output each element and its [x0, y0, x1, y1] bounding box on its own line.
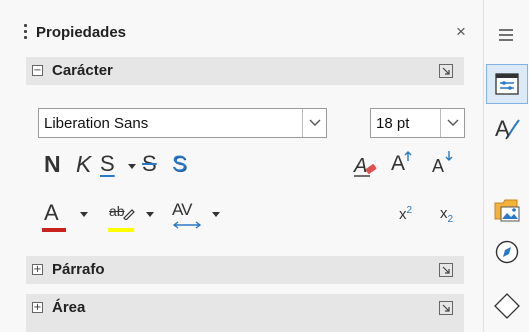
spacing-arrows-icon [172, 221, 202, 229]
collapse-icon[interactable]: − [32, 65, 43, 76]
highlight-dropdown-icon[interactable] [146, 212, 154, 217]
panel-titlebar: Propiedades × [0, 18, 483, 48]
font-size-value: 18 pt [376, 115, 410, 132]
section-label-area: Área [52, 299, 86, 316]
character-spacing-button[interactable]: AV [172, 200, 192, 220]
shadow-button[interactable]: S [172, 152, 187, 176]
superscript-button[interactable]: x2 [399, 205, 412, 223]
strikethrough-button[interactable]: S [142, 152, 157, 176]
section-label-paragraph: Párrafo [52, 261, 105, 278]
section-header-character[interactable]: − Carácter [26, 57, 464, 85]
shapes-icon [494, 293, 520, 319]
styles-icon: A [495, 116, 520, 141]
font-color-swatch [42, 228, 66, 232]
highlighter-pen-icon [123, 209, 135, 220]
clear-formatting-icon[interactable]: A [352, 152, 380, 178]
panel-title: Propiedades [36, 24, 127, 41]
italic-button[interactable]: K [76, 152, 91, 176]
font-size-combobox[interactable]: 18 pt [370, 108, 465, 138]
arrow-up-icon [404, 151, 412, 161]
font-name-combobox[interactable]: Liberation Sans [38, 108, 327, 138]
svg-text:A: A [353, 155, 367, 177]
font-color-dropdown-icon[interactable] [80, 212, 88, 217]
tab-shapes[interactable] [486, 286, 528, 326]
sidebar-tabbar: A [483, 0, 529, 332]
section-header-paragraph[interactable]: + Párrafo [26, 256, 464, 284]
expand-icon[interactable]: + [32, 302, 43, 313]
tab-properties[interactable] [486, 64, 528, 104]
tab-styles[interactable]: A [486, 108, 528, 148]
properties-panel: Propiedades × − Carácter Liberation Sans… [0, 0, 483, 332]
gallery-icon [494, 199, 520, 222]
section-header-next [26, 322, 464, 332]
section-header-area[interactable]: + Área [26, 294, 464, 322]
underline-button[interactable]: S [100, 152, 115, 176]
underline-dropdown-icon[interactable] [128, 164, 136, 169]
navigator-icon [495, 240, 519, 264]
more-options-icon[interactable] [438, 300, 454, 316]
expand-icon[interactable]: + [32, 264, 43, 275]
spacing-dropdown-icon[interactable] [212, 212, 220, 217]
font-name-value: Liberation Sans [44, 115, 149, 132]
chevron-down-icon[interactable] [302, 109, 326, 137]
hamburger-menu-icon[interactable] [498, 28, 514, 42]
highlight-color-swatch [108, 228, 134, 232]
close-button[interactable]: × [456, 22, 466, 42]
tab-navigator[interactable] [486, 232, 528, 272]
bold-button[interactable]: N [44, 152, 61, 176]
grip-icon[interactable] [24, 24, 28, 42]
more-options-icon[interactable] [438, 63, 454, 79]
subscript-button[interactable]: x2 [440, 205, 453, 225]
chevron-down-icon[interactable] [440, 109, 464, 137]
shrink-font-button[interactable]: A [432, 154, 444, 178]
tab-gallery[interactable] [486, 190, 528, 230]
arrow-down-icon [445, 151, 453, 161]
more-options-icon[interactable] [438, 262, 454, 278]
properties-icon [495, 73, 519, 95]
font-color-button[interactable]: A [44, 201, 59, 225]
section-label-character: Carácter [52, 62, 113, 79]
